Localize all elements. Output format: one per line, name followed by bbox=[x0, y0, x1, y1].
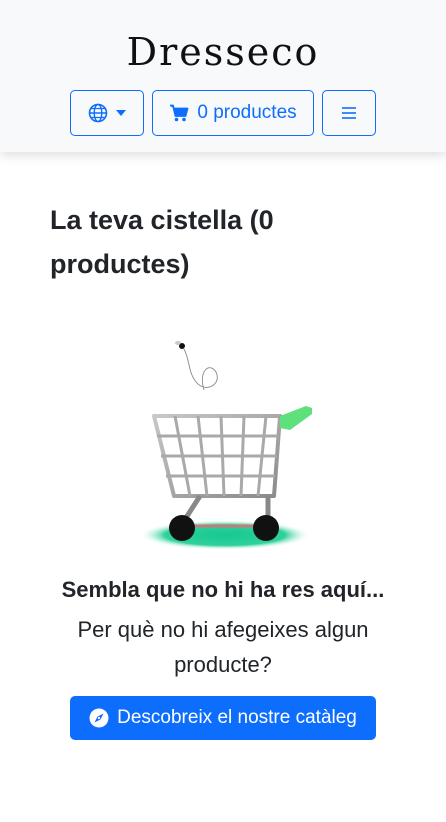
empty-shopping-cart-illustration bbox=[130, 330, 320, 555]
empty-cart-heading: Sembla que no hi ha res aquí... bbox=[61, 577, 385, 602]
globe-icon bbox=[88, 103, 108, 123]
language-selector-button[interactable] bbox=[70, 90, 144, 136]
page-title: La teva cistella (0 productes) bbox=[50, 205, 274, 279]
chevron-down-icon bbox=[116, 110, 126, 116]
discover-catalog-label: Descobreix el nostre catàleg bbox=[117, 707, 357, 728]
cart-button[interactable]: 0 productes bbox=[152, 90, 314, 136]
cart-count-label: 0 productes bbox=[197, 102, 297, 123]
hamburger-menu-icon bbox=[342, 107, 356, 119]
site-logo[interactable]: Dresseco bbox=[0, 30, 446, 74]
menu-toggle-button[interactable] bbox=[322, 90, 376, 136]
empty-cart-subtext: Per què no hi afegeixes algun producte? bbox=[77, 617, 369, 677]
shopping-cart-icon bbox=[169, 104, 189, 122]
compass-icon bbox=[89, 708, 109, 728]
site-header: Dresseco 0 productes bbox=[0, 0, 446, 152]
discover-catalog-button[interactable]: Descobreix el nostre catàleg bbox=[70, 696, 376, 740]
